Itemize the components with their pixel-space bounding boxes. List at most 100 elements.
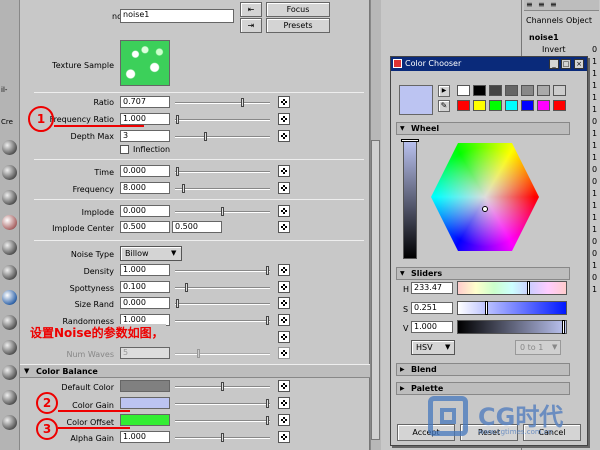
color-gain-slider-handle[interactable] xyxy=(266,399,269,408)
palette-swatch[interactable] xyxy=(457,100,470,111)
implode-map-button[interactable] xyxy=(278,205,290,217)
object-tab[interactable]: Object xyxy=(566,16,592,25)
palette-swatch[interactable] xyxy=(473,85,486,96)
color-offset-map-button[interactable] xyxy=(278,414,290,426)
channel-value[interactable]: 1 xyxy=(592,201,597,210)
channel-value[interactable]: 1 xyxy=(592,69,597,78)
channel-value[interactable]: 1 xyxy=(592,141,597,150)
spottyness-slider-handle[interactable] xyxy=(185,283,188,292)
value-bar-handle[interactable] xyxy=(401,139,419,142)
frequency-slider-handle[interactable] xyxy=(182,184,185,193)
sphere-icon[interactable] xyxy=(2,190,17,205)
channel-value[interactable]: 1 xyxy=(592,57,597,66)
falloff-map-button[interactable] xyxy=(278,331,290,343)
ratio-slider-handle[interactable] xyxy=(241,98,244,107)
size-rand-field[interactable]: 0.000 xyxy=(120,297,170,309)
s-field[interactable]: 0.251 xyxy=(411,302,453,314)
size-rand-slider[interactable] xyxy=(175,303,270,305)
alpha-gain-map-button[interactable] xyxy=(278,431,290,443)
palette-swatch[interactable] xyxy=(489,85,502,96)
palette-swatch[interactable] xyxy=(537,100,550,111)
color-balance-section-header[interactable]: ▼ Color Balance xyxy=(20,364,370,378)
depth-max-field[interactable]: 3 xyxy=(120,130,170,142)
menu-icon[interactable]: ≡ xyxy=(538,0,545,9)
time-slider-handle[interactable] xyxy=(176,167,179,176)
implode-center-map-button[interactable] xyxy=(278,221,290,233)
menu-icon[interactable]: ≡ xyxy=(550,0,557,9)
value-bar[interactable] xyxy=(403,139,417,259)
palette-swatch[interactable] xyxy=(521,100,534,111)
channel-value[interactable]: 0 xyxy=(592,273,597,282)
channel-value[interactable]: 1 xyxy=(592,189,597,198)
palette-swatch[interactable] xyxy=(457,85,470,96)
palette-swatch[interactable] xyxy=(521,85,534,96)
frequency-ratio-slider-handle[interactable] xyxy=(176,115,179,124)
frequency-map-button[interactable] xyxy=(278,182,290,194)
sphere-icon[interactable] xyxy=(2,415,17,430)
sphere-icon[interactable] xyxy=(2,290,17,305)
sphere-icon[interactable] xyxy=(2,215,17,230)
s-slider-handle[interactable] xyxy=(485,301,488,315)
eyedropper-button[interactable]: ✎ xyxy=(438,100,450,112)
channel-value[interactable]: 0 xyxy=(592,45,597,54)
channel-value[interactable]: 0 xyxy=(592,117,597,126)
depth-max-slider[interactable] xyxy=(175,136,270,138)
h-slider-handle[interactable] xyxy=(527,281,530,295)
depth-max-map-button[interactable] xyxy=(278,130,290,142)
v-field[interactable]: 1.000 xyxy=(411,321,453,333)
ratio-map-button[interactable] xyxy=(278,96,290,108)
palette-section-header[interactable]: Palette xyxy=(396,382,570,395)
scrollbar-thumb[interactable] xyxy=(371,140,380,440)
size-rand-slider-handle[interactable] xyxy=(176,299,179,308)
channel-value[interactable]: 0 xyxy=(592,237,597,246)
channel-value[interactable]: 1 xyxy=(592,153,597,162)
sphere-icon[interactable] xyxy=(2,340,17,355)
implode-field[interactable]: 0.000 xyxy=(120,205,170,217)
palette-swatch[interactable] xyxy=(489,100,502,111)
sphere-icon[interactable] xyxy=(2,315,17,330)
color-hexagon[interactable] xyxy=(431,143,539,251)
noise-type-dropdown[interactable]: Billow ▼ xyxy=(120,246,182,261)
palette-swatch[interactable] xyxy=(553,100,566,111)
sphere-icon[interactable] xyxy=(2,365,17,380)
presets-button[interactable]: Presets xyxy=(266,18,330,33)
density-slider-handle[interactable] xyxy=(266,266,269,275)
default-color-swatch[interactable] xyxy=(120,380,170,392)
palette-swatch[interactable] xyxy=(553,85,566,96)
channel-value[interactable]: 1 xyxy=(592,213,597,222)
output-connection-button[interactable]: ⇥ xyxy=(240,18,262,33)
channel-value[interactable]: 1 xyxy=(592,105,597,114)
color-gain-swatch[interactable] xyxy=(120,397,170,409)
channel-value[interactable]: 1 xyxy=(592,285,597,294)
ratio-slider[interactable] xyxy=(175,102,270,104)
density-field[interactable]: 1.000 xyxy=(120,264,170,276)
density-map-button[interactable] xyxy=(278,264,290,276)
randomness-slider-handle[interactable] xyxy=(266,316,269,325)
spottyness-map-button[interactable] xyxy=(278,281,290,293)
palette-swatch[interactable] xyxy=(505,100,518,111)
sphere-icon[interactable] xyxy=(2,240,17,255)
minimize-button[interactable]: _ xyxy=(549,59,559,69)
sliders-section-header[interactable]: Sliders xyxy=(396,267,570,280)
spottyness-field[interactable]: 0.100 xyxy=(120,281,170,293)
channel-value[interactable]: 1 xyxy=(592,225,597,234)
s-slider[interactable] xyxy=(457,301,567,315)
color-mode-dropdown[interactable]: HSV ▼ xyxy=(411,340,455,355)
channel-value[interactable]: 1 xyxy=(592,81,597,90)
alpha-gain-field[interactable]: 1.000 xyxy=(120,431,170,443)
color-gain-slider[interactable] xyxy=(175,403,270,405)
randomness-map-button[interactable] xyxy=(278,314,290,326)
color-offset-slider-handle[interactable] xyxy=(266,416,269,425)
randomness-slider[interactable] xyxy=(175,320,270,322)
implode-center-x-field[interactable]: 0.500 xyxy=(120,221,170,233)
frequency-ratio-slider[interactable] xyxy=(175,119,270,121)
default-color-slider-handle[interactable] xyxy=(221,382,224,391)
palette-swatch[interactable] xyxy=(505,85,518,96)
sphere-icon[interactable] xyxy=(2,140,17,155)
v-slider[interactable] xyxy=(457,320,567,334)
menu-icon[interactable]: ≡ xyxy=(526,0,533,9)
maximize-button[interactable]: □ xyxy=(561,59,571,69)
frequency-ratio-field[interactable]: 1.000 xyxy=(120,113,170,125)
time-slider[interactable] xyxy=(175,171,270,173)
implode-slider-handle[interactable] xyxy=(221,207,224,216)
